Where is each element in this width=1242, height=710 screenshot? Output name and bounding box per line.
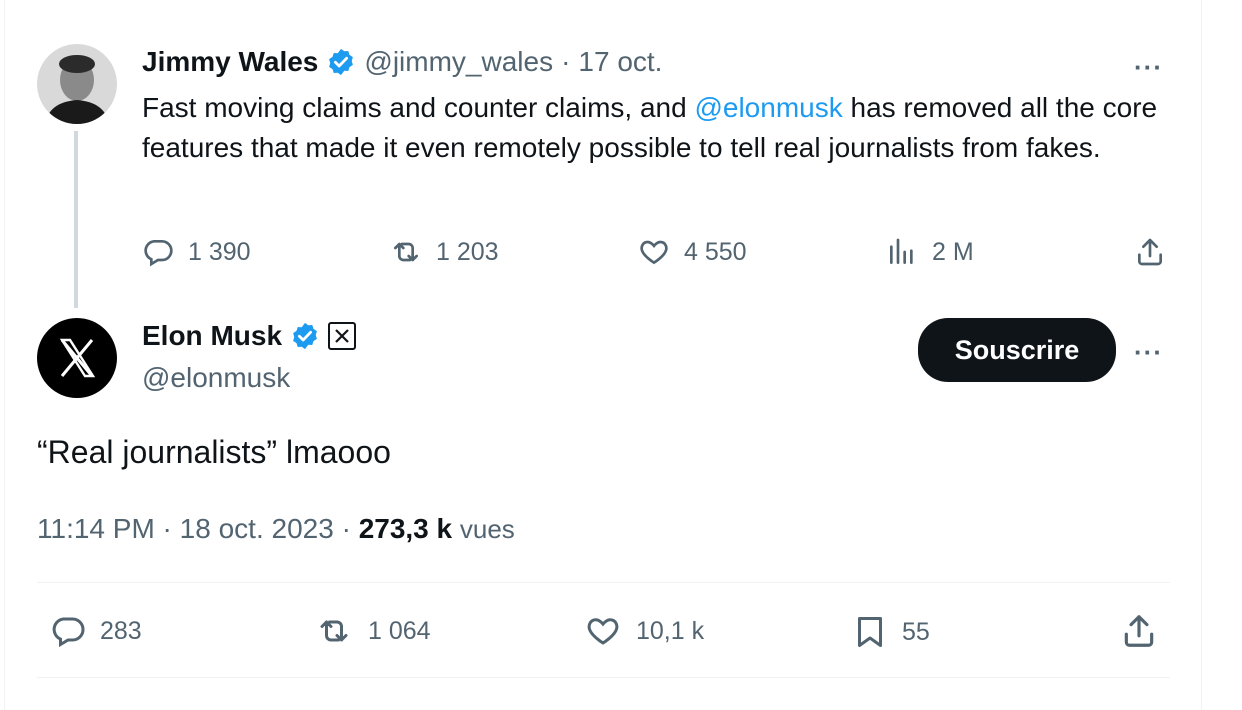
like-button[interactable]: 10,1 k bbox=[584, 613, 704, 649]
reply-icon bbox=[144, 240, 173, 267]
separator: · bbox=[154, 513, 180, 544]
more-options-button[interactable]: ··· bbox=[1134, 337, 1163, 368]
divider bbox=[37, 677, 1170, 678]
reply-count: 283 bbox=[100, 616, 142, 645]
reply-button[interactable]: 1 390 bbox=[142, 236, 251, 268]
x-logo-icon bbox=[59, 338, 96, 378]
tweet-text-part: Fast moving claims and counter claims, a… bbox=[142, 92, 695, 123]
parent-tweet-header: Jimmy Wales @jimmy_wales · 17 oct. bbox=[142, 46, 662, 78]
main-tweet-header: Elon Musk bbox=[142, 320, 357, 352]
share-button[interactable] bbox=[1134, 236, 1166, 268]
share-icon bbox=[1124, 615, 1154, 647]
more-options-button[interactable]: ··· bbox=[1134, 52, 1163, 83]
subscribe-button[interactable]: Souscrire bbox=[918, 318, 1116, 382]
share-button[interactable] bbox=[1120, 612, 1158, 650]
handle[interactable]: @jimmy_wales bbox=[364, 46, 553, 78]
reply-button[interactable]: 283 bbox=[50, 613, 142, 649]
avatar-elon-musk[interactable] bbox=[37, 318, 117, 398]
views-label: vues bbox=[459, 514, 515, 544]
verified-badge-icon bbox=[293, 322, 317, 350]
retweet-button[interactable]: 1 203 bbox=[390, 236, 499, 268]
retweet-count: 1 203 bbox=[436, 237, 499, 266]
reply-icon bbox=[52, 617, 85, 648]
x-affiliation-icon[interactable] bbox=[328, 322, 357, 350]
tweet-text: Fast moving claims and counter claims, a… bbox=[142, 88, 1182, 168]
retweet-count: 1 064 bbox=[368, 616, 431, 645]
display-name[interactable]: Elon Musk bbox=[142, 320, 282, 352]
views-icon bbox=[890, 238, 913, 264]
like-count: 10,1 k bbox=[636, 616, 705, 645]
verified-badge-icon bbox=[329, 48, 354, 76]
separator: · bbox=[333, 513, 359, 544]
display-name[interactable]: Jimmy Wales bbox=[142, 46, 318, 78]
like-button[interactable]: 4 550 bbox=[638, 236, 747, 268]
tweet-meta: 11:14 PM · 18 oct. 2023 · 273,3 k vues bbox=[37, 513, 515, 545]
bookmark-icon bbox=[858, 617, 882, 647]
tweet-date[interactable]: 17 oct. bbox=[578, 46, 662, 78]
tweet-time[interactable]: 11:14 PM bbox=[37, 513, 155, 544]
divider bbox=[37, 582, 1170, 583]
bookmark-button[interactable]: 55 bbox=[852, 613, 930, 651]
separator: · bbox=[561, 46, 571, 77]
tweet-date[interactable]: 18 oct. 2023 bbox=[180, 513, 334, 544]
retweet-button[interactable]: 1 064 bbox=[314, 613, 431, 649]
avatar-jimmy-wales[interactable] bbox=[37, 44, 117, 124]
tweet-text: “Real journalists” lmaooo bbox=[37, 434, 391, 470]
like-count: 4 550 bbox=[684, 237, 747, 266]
views-count: 2 M bbox=[932, 237, 974, 266]
share-icon bbox=[1138, 238, 1162, 266]
thread-connector-line bbox=[74, 131, 78, 308]
retweet-icon bbox=[394, 242, 418, 262]
views-button[interactable]: 2 M bbox=[886, 236, 974, 268]
retweet-icon bbox=[320, 620, 348, 642]
bookmark-count: 55 bbox=[902, 617, 930, 646]
handle[interactable]: @elonmusk bbox=[142, 362, 290, 394]
mention-link[interactable]: @elonmusk bbox=[694, 92, 842, 123]
like-icon bbox=[587, 618, 619, 645]
reply-count: 1 390 bbox=[188, 237, 251, 266]
views-count: 273,3 k bbox=[358, 513, 453, 544]
like-icon bbox=[640, 240, 668, 265]
